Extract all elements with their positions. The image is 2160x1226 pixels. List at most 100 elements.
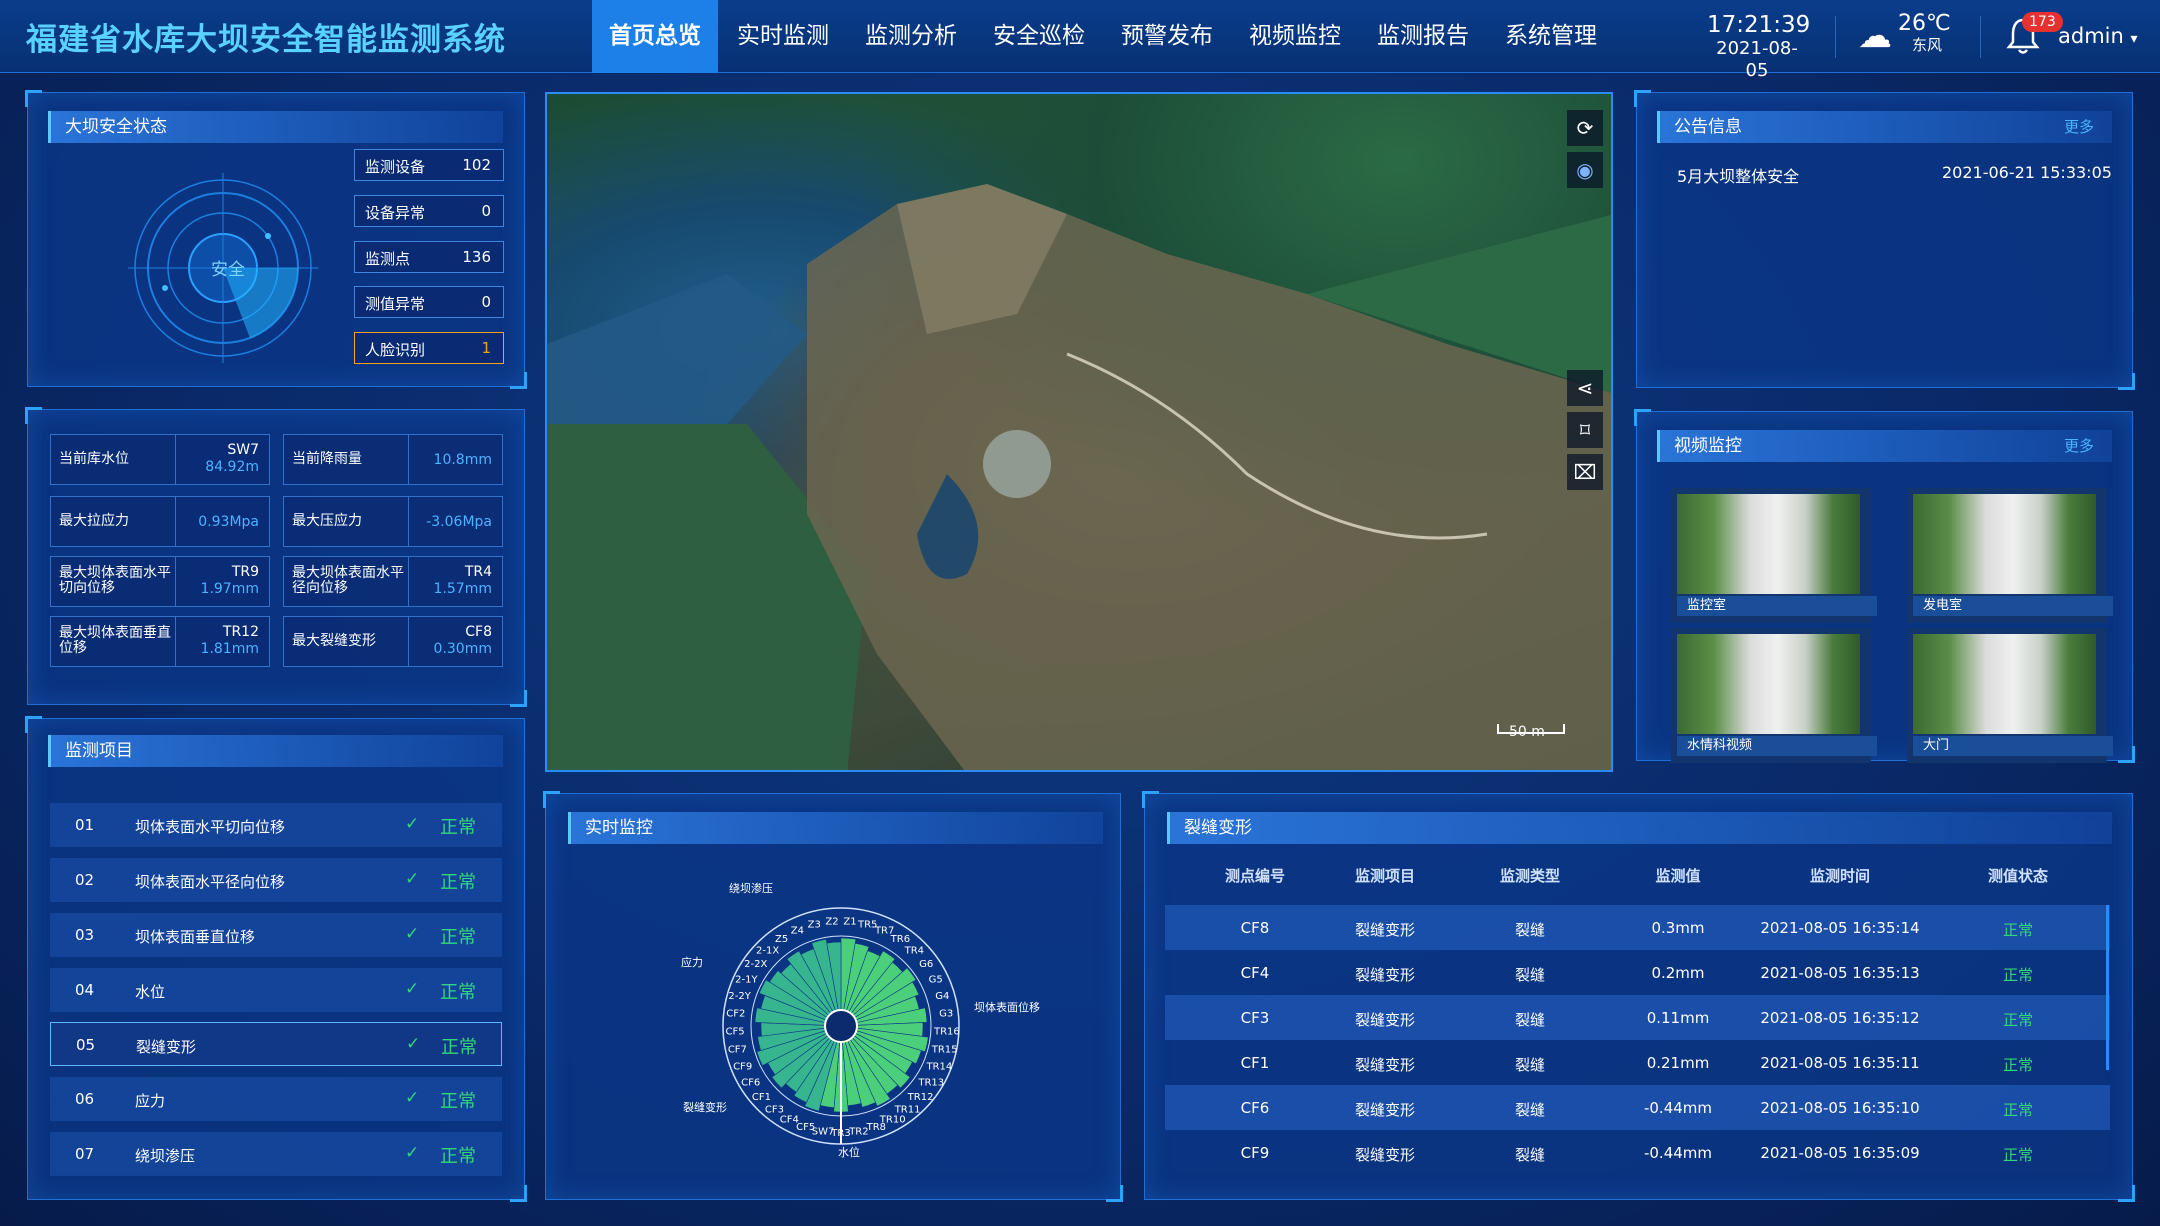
table-cell: 2021-08-05 16:35:11 <box>1760 1054 1920 1072</box>
user-menu[interactable]: admin ▾ <box>2058 24 2138 48</box>
table-cell: -0.44mm <box>1643 1099 1713 1117</box>
weather: ☁ 26℃ 东风 <box>1858 12 1951 60</box>
column-header: 测值状态 <box>1987 867 2048 885</box>
table-cell: -0.44mm <box>1643 1144 1713 1162</box>
nav-video[interactable]: 视频监控 <box>1232 0 1358 73</box>
panel-title: 监测项目 <box>48 735 503 767</box>
table-cell: 0.11mm <box>1646 1009 1710 1027</box>
sector-label: G6 <box>919 959 933 970</box>
nav-home[interactable]: 首页总览 <box>592 0 718 73</box>
nav-realtime[interactable]: 实时监测 <box>720 0 846 73</box>
nav-system[interactable]: 系统管理 <box>1488 0 1614 73</box>
table-row[interactable]: CF1 裂缝变形 裂缝 0.21mm 2021-08-05 16:35:11 正常 <box>1165 1040 2110 1085</box>
panel-title: 视频监控 更多 <box>1657 430 2112 462</box>
notification-badge: 173 <box>2022 12 2063 32</box>
video-panel: 视频监控 更多 监控室 发电室 水情科视频 大门 <box>1634 409 2135 763</box>
trash-icon[interactable]: ⌧ <box>1567 454 1603 490</box>
metric-vertical-disp: 最大坝体表面垂直位移 TR12 1.81mm <box>50 616 270 667</box>
metric-max-crack: 最大裂缝变形 CF8 0.30mm <box>283 616 503 667</box>
sector-label: TR6 <box>890 934 910 945</box>
3d-map-view[interactable]: ⟳ ◉ ⋖ ⌑ ⌧ 50 m <box>545 92 1613 772</box>
metrics-panel: 当前库水位 SW7 84.92m 当前降雨量 10.8mm 最大拉应力 0.93Mpa … <box>25 407 527 707</box>
sector-label: TR13 <box>917 1078 944 1089</box>
nav-analysis[interactable]: 监测分析 <box>848 0 974 73</box>
sector-label: Z4 <box>791 925 804 936</box>
table-cell: 2021-08-05 16:35:14 <box>1760 919 1920 937</box>
sector-label: CF5 <box>726 1026 745 1037</box>
sector-label: G5 <box>929 974 943 985</box>
refresh-icon[interactable]: ⟳ <box>1567 110 1603 146</box>
sector-label: Z5 <box>775 934 788 945</box>
list-item[interactable]: 02 坝体表面水平径向位移 ✓ 正常 <box>50 858 502 902</box>
sector-label: CF5 <box>796 1122 815 1133</box>
share-icon[interactable]: ⋖ <box>1567 370 1603 406</box>
monitor-items-panel: 监测项目 <box>25 716 527 1202</box>
globe-icon[interactable]: ◉ <box>1567 152 1603 188</box>
bookmark-icon[interactable]: ⌑ <box>1567 412 1603 448</box>
sector-label: 2-2X <box>744 959 767 970</box>
stat-points: 监测点 136 <box>354 241 504 273</box>
table-cell: 0.21mm <box>1646 1054 1710 1072</box>
stat-value-abnormal: 测值异常 0 <box>354 286 504 318</box>
list-item[interactable]: 04 水位 ✓ 正常 <box>50 968 502 1012</box>
metric-rainfall: 当前降雨量 10.8mm <box>283 434 503 485</box>
sector-label: CF3 <box>765 1104 784 1115</box>
check-icon: ✓ <box>406 1034 421 1054</box>
table-cell: 正常 <box>2002 1146 2033 1164</box>
table-row[interactable]: CF8 裂缝变形 裂缝 0.3mm 2021-08-05 16:35:14 正常 <box>1165 905 2110 950</box>
nav-inspection[interactable]: 安全巡检 <box>976 0 1102 73</box>
list-item[interactable]: 05 裂缝变形 ✓ 正常 <box>50 1022 502 1066</box>
list-item[interactable]: 03 坝体表面垂直位移 ✓ 正常 <box>50 913 502 957</box>
sector-label: TR15 <box>931 1044 958 1055</box>
video-thumb[interactable]: 发电室 <box>1907 488 2113 623</box>
sector-label: TR16 <box>933 1026 960 1037</box>
table-cell: 正常 <box>2002 921 2033 939</box>
sector-label: 2-1Y <box>735 974 758 985</box>
metric-tangential-disp: 最大坝体表面水平切向位移 TR9 1.97mm <box>50 556 270 607</box>
table-cell: 正常 <box>2002 1101 2033 1119</box>
column-header: 监测类型 <box>1499 867 1560 885</box>
main-nav: 首页总览 实时监测 监测分析 安全巡检 预警发布 视频监控 监测报告 系统管理 <box>592 0 1616 73</box>
clock-time: 17:21:39 <box>1707 12 1811 38</box>
table-cell: 正常 <box>2002 1056 2033 1074</box>
panel-title: 裂缝变形 <box>1167 812 2112 844</box>
list-item[interactable]: 07 绕坝渗压 ✓ 正常 <box>50 1132 502 1176</box>
check-icon: ✓ <box>405 814 420 834</box>
sector-label: CF7 <box>728 1044 747 1055</box>
metric-max-tensile: 最大拉应力 0.93Mpa <box>50 496 270 547</box>
stat-face-recognition[interactable]: 人脸识别 1 <box>354 332 504 364</box>
check-icon: ✓ <box>405 979 420 999</box>
sector-label: 2-1X <box>756 945 779 956</box>
realtime-panel: 实时监控 Z1 TR5 TR7 TR6 TR4 G6 G5 G4 G3 TR16 TR15 TR14 T… <box>543 791 1123 1202</box>
list-item[interactable]: 06 应力 ✓ 正常 <box>50 1077 502 1121</box>
notice-text[interactable]: 5月大坝整体安全 <box>1677 163 1799 187</box>
video-thumb[interactable]: 大门 <box>1907 628 2113 763</box>
more-link[interactable]: 更多 <box>2064 111 2094 143</box>
more-link[interactable]: 更多 <box>2064 430 2094 462</box>
sector-label: TR14 <box>925 1062 952 1073</box>
table-row[interactable]: CF3 裂缝变形 裂缝 0.11mm 2021-08-05 16:35:12 正常 <box>1165 995 2110 1040</box>
table-row[interactable]: CF6 裂缝变形 裂缝 -0.44mm 2021-08-05 16:35:10 正常 <box>1165 1085 2110 1130</box>
table-row[interactable]: CF4 裂缝变形 裂缝 0.2mm 2021-08-05 16:35:13 正常 <box>1165 950 2110 995</box>
notice-time: 2021-06-21 15:33:05 <box>1942 163 2112 182</box>
video-thumb[interactable]: 水情科视频 <box>1671 628 1877 763</box>
sector-label: CF9 <box>733 1062 752 1073</box>
video-thumb[interactable]: 监控室 <box>1671 488 1877 623</box>
sector-label: TR4 <box>904 945 924 956</box>
sector-label: 2-2Y <box>728 991 751 1002</box>
panel-title: 实时监控 <box>568 812 1103 844</box>
notice-panel: 公告信息 更多 5月大坝整体安全 2021-06-21 15:33:05 <box>1634 90 2135 390</box>
metric-radial-disp: 最大坝体表面水平径向位移 TR4 1.57mm <box>283 556 503 607</box>
check-icon: ✓ <box>405 924 420 944</box>
nav-report[interactable]: 监测报告 <box>1360 0 1486 73</box>
table-cell: 2021-08-05 16:35:10 <box>1760 1099 1920 1117</box>
sector-label: CF2 <box>726 1009 745 1020</box>
nav-alert[interactable]: 预警发布 <box>1104 0 1230 73</box>
metric-water-level: 当前库水位 SW7 84.92m <box>50 434 270 485</box>
table-row[interactable]: CF9 裂缝变形 裂缝 -0.44mm 2021-08-05 16:35:09 正常 <box>1165 1130 2110 1175</box>
scrollbar[interactable] <box>2106 905 2109 1070</box>
caret-down-icon: ▾ <box>2130 31 2138 47</box>
list-item[interactable]: 01 坝体表面水平切向位移 ✓ 正常 <box>50 803 502 847</box>
cloud-rain-icon: ☁ <box>1858 16 1892 56</box>
table-cell: 2021-08-05 16:35:12 <box>1760 1009 1920 1027</box>
